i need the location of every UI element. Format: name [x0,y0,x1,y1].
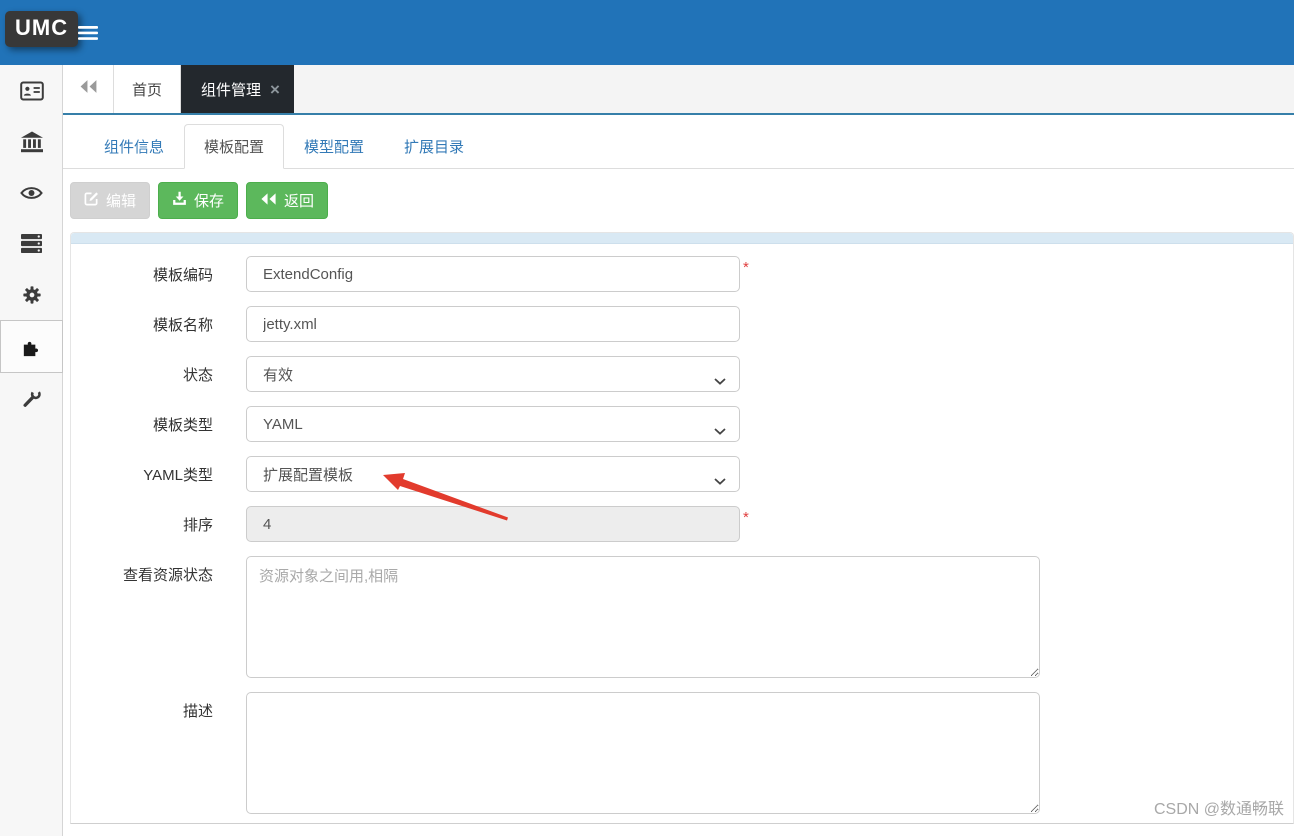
template-code-input[interactable] [246,256,740,292]
double-left-arrow-icon [79,79,98,99]
gear-icon [21,284,43,306]
form-row-yaml-type: YAML类型 扩展配置模板 [81,456,1293,492]
form-row-resource-status: 查看资源状态 [81,556,1293,678]
sidebar [0,65,63,836]
puzzle-icon [20,335,43,358]
tab-scroll-left-button[interactable] [63,65,114,113]
save-download-icon [172,191,187,210]
server-icon [20,233,43,254]
tab-home-label: 首页 [132,81,163,99]
status-select-value: 有效 [263,366,294,384]
form-row-sort-order: 排序 * [81,506,1293,542]
tabbar: 首页 组件管理 × [63,65,1294,115]
yaml-type-select[interactable]: 扩展配置模板 [246,456,740,492]
status-select[interactable]: 有效 [246,356,740,392]
tab-component-label: 组件管理 [201,81,262,99]
tab-component-management[interactable]: 组件管理 × [181,65,294,113]
required-marker: * [743,509,749,526]
field-label: 查看资源状态 [122,567,213,584]
form-row-template-code: 模板编码 * [81,256,1293,292]
field-label: 排序 [182,517,213,534]
required-marker: * [743,259,749,276]
form-row-template-type: 模板类型 YAML [81,406,1293,442]
sidebar-item-organization[interactable] [0,116,63,167]
tab-home[interactable]: 首页 [114,65,182,113]
bank-icon [20,131,44,153]
subtab-extend-dir[interactable]: 扩展目录 [384,124,484,169]
umc-logo[interactable]: UMC [5,11,79,47]
subtab-list: 组件信息 模板配置 模型配置 扩展目录 [63,117,1294,169]
form-row-status: 状态 有效 [81,356,1293,392]
app-window: UMC 首页 组件管理 × 组件信息 模板配置 模型配置 扩展目录 编辑 保存 … [0,0,1294,836]
subtab-component-info[interactable]: 组件信息 [84,124,184,169]
field-label: 模板编码 [152,267,213,284]
edit-button-label: 编辑 [106,193,137,210]
template-name-input[interactable] [246,306,740,342]
chevron-down-icon [714,472,726,489]
template-type-select[interactable]: YAML [246,406,740,442]
save-button[interactable]: 保存 [158,182,239,219]
toolbar: 编辑 保存 返回 [63,169,1294,232]
resource-status-textarea[interactable] [246,556,1040,678]
subtab-model-config-label[interactable]: 模型配置 [284,124,384,169]
tab-close-icon[interactable]: × [270,81,280,98]
form-panel: 模板编码 * 模板名称 状态 有效 [70,232,1294,824]
subtab-extend-dir-label[interactable]: 扩展目录 [384,124,484,169]
field-label: 模板类型 [152,417,213,434]
template-type-select-value: YAML [263,415,303,433]
watermark: CSDN @数通畅联 [1153,801,1284,818]
back-button[interactable]: 返回 [246,182,329,219]
sidebar-item-settings[interactable] [0,269,63,320]
subtab-component-info-label[interactable]: 组件信息 [84,124,184,169]
sidebar-item-tools[interactable] [0,373,63,424]
edit-button[interactable]: 编辑 [70,182,151,219]
field-label: 状态 [182,367,213,384]
back-button-label: 返回 [284,193,315,210]
panel-body: 模板编码 * 模板名称 状态 有效 [71,244,1293,814]
subtab-model-config[interactable]: 模型配置 [284,124,384,169]
chevron-down-icon [714,372,726,389]
field-label: 模板名称 [152,317,213,334]
sort-order-input [246,506,740,542]
wrench-icon [21,388,43,410]
yaml-type-select-value: 扩展配置模板 [263,466,354,484]
sidebar-item-components[interactable] [0,320,63,373]
field-label: YAML类型 [143,467,213,484]
hamburger-menu-icon[interactable] [78,26,98,40]
subtabs: 组件信息 模板配置 模型配置 扩展目录 [63,117,1294,169]
panel-heading-strip [71,233,1293,244]
subtab-template-config[interactable]: 模板配置 [184,124,285,169]
description-textarea[interactable] [246,692,1040,814]
subtab-template-config-label[interactable]: 模板配置 [184,124,285,169]
save-button-label: 保存 [194,193,225,210]
sidebar-item-users[interactable] [0,65,63,116]
eye-icon [20,185,43,201]
chevron-down-icon [714,422,726,439]
sidebar-item-servers[interactable] [0,218,63,269]
address-card-icon [19,81,44,101]
field-label: 描述 [182,703,213,720]
sidebar-item-monitor[interactable] [0,167,63,218]
back-double-arrow-icon [260,192,277,210]
edit-icon [84,191,99,210]
form-row-description: 描述 [81,692,1293,814]
form-row-template-name: 模板名称 [81,306,1293,342]
top-header: UMC [0,0,1294,65]
